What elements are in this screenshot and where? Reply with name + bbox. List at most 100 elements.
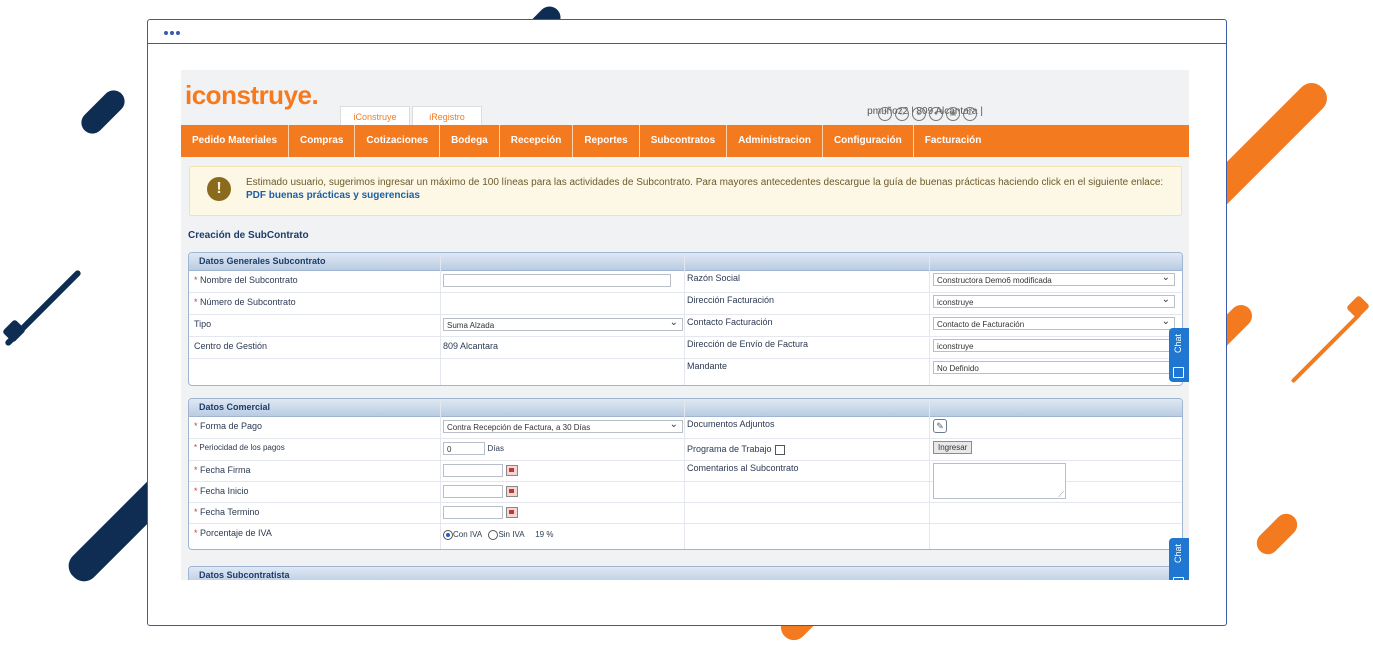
form-row: * Fecha Inicio (189, 482, 1182, 503)
nav-configuracion[interactable]: Configuración (823, 125, 914, 157)
field-label: Dirección Facturación (687, 295, 775, 305)
form-row: * Periocidad de los pagos 0 Días Program… (189, 439, 1182, 461)
form-row: * Forma de Pago Contra Recepción de Fact… (189, 417, 1182, 439)
nav-subcontratos[interactable]: Subcontratos (640, 125, 728, 157)
section-title: Datos Subcontratista (189, 567, 1182, 580)
con-iva-radio[interactable] (443, 530, 453, 540)
user-icon[interactable]: ● (929, 107, 943, 121)
tab-iconstruye[interactable]: iConstruye (340, 106, 410, 127)
brand-logo: iconstruye. (185, 80, 319, 110)
field-label: * Número de Subcontrato (194, 297, 296, 307)
browser-window: iconstruye. iConstruye iRegistro pmuñoz2 … (147, 19, 1227, 626)
form-row: Centro de Gestión 809 Alcantara Direcció… (189, 337, 1182, 359)
notice-text-block: Estimado usuario, sugerimos ingresar un … (246, 176, 1166, 202)
chat-button[interactable]: Chat (1169, 538, 1189, 580)
programa-trabajo-checkbox[interactable] (774, 444, 785, 455)
field-label: * Fecha Firma (194, 465, 251, 475)
field-label: * Fecha Termino (194, 507, 260, 517)
chat-label: Chat (1173, 334, 1183, 354)
field-label: Centro de Gestión (194, 341, 268, 351)
sin-iva-radio[interactable] (488, 530, 499, 540)
form-row: * Fecha Firma Comentarios al Subcontrato (189, 461, 1182, 500)
contacto-facturacion-select[interactable]: Contacto de Facturación (933, 315, 1175, 330)
decor-stroke (76, 85, 130, 139)
section-title: Datos Comercial (189, 399, 1182, 417)
nav-bodega[interactable]: Bodega (440, 125, 500, 157)
chat-button[interactable]: Chat (1169, 328, 1189, 382)
sin-iva-label: Sin IVA (498, 530, 525, 540)
decor-stroke (1290, 312, 1362, 384)
fecha-termino-input[interactable] (443, 506, 503, 519)
window-titlebar (148, 20, 1226, 44)
app-viewport: iconstruye. iConstruye iRegistro pmuñoz2 … (181, 70, 1189, 580)
warning-icon: ! (207, 177, 231, 201)
notice-text: Estimado usuario, sugerimos ingresar un … (246, 177, 1164, 188)
field-label: Programa de Trabajo (687, 444, 927, 455)
calendar-icon[interactable] (506, 486, 518, 497)
form-row: Tipo Suma Alzada Contacto Facturación Co… (189, 315, 1182, 337)
ingresar-button[interactable]: Ingresar (933, 441, 973, 454)
field-label: Tipo (194, 319, 212, 329)
field-label: Dirección de Envío de Factura (687, 339, 809, 349)
notice-banner: ! Estimado usuario, sugerimos ingresar u… (189, 166, 1182, 216)
form-row: Mandante No Definido (189, 359, 1182, 380)
decor-stroke (1252, 509, 1302, 559)
section-datos-subcontratista: Datos Subcontratista (188, 566, 1183, 580)
field-label: Razón Social (687, 273, 741, 283)
direccion-facturacion-select[interactable]: iconstruye (933, 293, 1175, 308)
field-label: Comentarios al Subcontrato (687, 463, 799, 473)
decor-stroke (1345, 294, 1371, 320)
main-nav: Pedido Materiales Compras Cotizaciones B… (181, 125, 1189, 157)
direccion-envio-input[interactable]: iconstruye (933, 339, 1175, 352)
form-row: * Fecha Termino (189, 503, 1182, 524)
field-label: Mandante (687, 361, 728, 371)
field-label: * Forma de Pago (194, 421, 263, 431)
window-menu-icon[interactable] (164, 27, 182, 38)
forma-pago-select[interactable]: Contra Recepción de Factura, a 30 Días (443, 418, 683, 433)
tipo-select[interactable]: Suma Alzada (443, 316, 683, 331)
section-datos-generales: Datos Generales Subcontrato * Nombre del… (188, 252, 1183, 386)
home-icon[interactable]: ⌂ (895, 107, 909, 121)
nav-cotizaciones[interactable]: Cotizaciones (355, 125, 441, 157)
fecha-firma-input[interactable] (443, 464, 503, 477)
mandante-input[interactable]: No Definido (933, 361, 1175, 374)
calendar-icon[interactable] (506, 507, 518, 518)
periodicidad-input[interactable]: 0 (443, 442, 485, 455)
settings-icon[interactable]: ⚙ (912, 107, 926, 121)
calendar-icon[interactable] (506, 465, 518, 476)
page-title: Creación de SubContrato (188, 230, 309, 241)
chat-label: Chat (1173, 544, 1183, 564)
iva-percent: 19 % (535, 530, 554, 540)
nombre-subcontrato-input[interactable] (443, 274, 671, 287)
form-row: * Nombre del Subcontrato Razón Social Co… (189, 271, 1182, 293)
nav-compras[interactable]: Compras (289, 125, 356, 157)
chat-icon (1173, 577, 1184, 580)
form-row: * Número de Subcontrato Dirección Factur… (189, 293, 1182, 315)
power-icon[interactable]: ⏻ (963, 107, 977, 121)
centro-gestion-value: 809 Alcantara (443, 341, 499, 351)
section-datos-comercial: Datos Comercial * Forma de Pago Contra R… (188, 398, 1183, 550)
form-row: * Porcentaje de IVA Con IVA Sin IVA 19 % (189, 524, 1182, 548)
dias-label: Días (487, 443, 504, 453)
section-title: Datos Generales Subcontrato (189, 253, 1182, 271)
field-label: Contacto Facturación (687, 317, 773, 327)
nav-recepcion[interactable]: Recepción (500, 125, 574, 157)
attach-icon[interactable]: ✎ (933, 419, 947, 433)
chat-icon (1173, 367, 1184, 378)
help-icon[interactable]: ? (878, 107, 892, 121)
nav-reportes[interactable]: Reportes (573, 125, 640, 157)
field-label: * Nombre del Subcontrato (194, 275, 298, 285)
fecha-inicio-input[interactable] (443, 485, 503, 498)
con-iva-label: Con IVA (453, 530, 482, 540)
razon-social-select[interactable]: Constructora Demo6 modificada (933, 271, 1175, 286)
nav-pedido-materiales[interactable]: Pedido Materiales (181, 125, 290, 157)
lock-icon[interactable]: ▣ (946, 107, 960, 121)
nav-facturacion[interactable]: Facturación (914, 125, 993, 157)
field-label: * Periocidad de los pagos (194, 443, 285, 452)
field-label: * Porcentaje de IVA (194, 528, 272, 538)
field-label: Documentos Adjuntos (687, 419, 775, 429)
notice-pdf-link[interactable]: PDF buenas prácticas y sugerencias (246, 190, 420, 201)
tab-iregistro[interactable]: iRegistro (412, 106, 482, 127)
field-label: * Fecha Inicio (194, 486, 249, 496)
nav-administracion[interactable]: Administracion (727, 125, 823, 157)
